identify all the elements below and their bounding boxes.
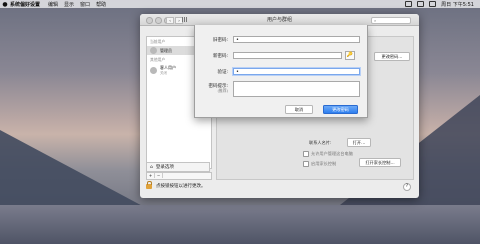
parental-controls-label: 启用家长控制 — [311, 161, 337, 166]
menu-edit[interactable]: 编辑 — [48, 1, 58, 8]
hint-recommended-label: (推荐) — [217, 88, 228, 93]
contact-card-label: 联系人名片: — [309, 140, 332, 145]
search-input[interactable]: ⌕ — [371, 16, 411, 24]
new-password-label: 新密码: — [212, 54, 228, 59]
parental-controls-checkbox[interactable] — [303, 161, 309, 167]
lock-text: 点按锁按钮以进行更改。 — [156, 183, 206, 189]
old-password-field[interactable]: • — [233, 36, 360, 43]
allow-admin-label: 允许用户管理这台电脑 — [311, 151, 353, 156]
menu-bar: ● 系统偏好设置 编辑 显示 窗口 帮助 周日 下午5:51 — [0, 0, 480, 8]
add-remove-bar: + − — [146, 172, 212, 180]
guest-avatar — [150, 67, 157, 74]
login-options-item[interactable]: ⌂ 登录选项 — [146, 162, 210, 172]
user-name: 管理员 — [160, 47, 172, 53]
status-area: 周日 下午5:51 — [405, 1, 480, 8]
add-user-button[interactable]: + — [147, 173, 155, 178]
menu-help[interactable]: 帮助 — [96, 1, 106, 8]
hint-field[interactable] — [233, 81, 360, 97]
clock[interactable]: 周日 下午5:51 — [441, 1, 474, 8]
menu-view[interactable]: 显示 — [64, 1, 74, 8]
apple-menu-icon[interactable]: ● — [0, 1, 10, 8]
lock-icon[interactable] — [146, 181, 152, 189]
open-contact-button[interactable]: 打开… — [347, 138, 371, 147]
allow-admin-row[interactable]: 允许用户管理这台电脑 — [303, 151, 353, 157]
search-icon: ⌕ — [374, 18, 377, 23]
login-options-label: 登录选项 — [155, 165, 174, 170]
change-password-button[interactable]: 更改密码… — [374, 52, 410, 61]
lock-row[interactable]: 点按锁按钮以进行更改。 — [146, 181, 206, 189]
open-parental-controls-button[interactable]: 打开家长控制… — [359, 158, 401, 167]
wallpaper-lake — [0, 205, 480, 244]
verify-label: 验证: — [217, 70, 228, 75]
menu-window[interactable]: 窗口 — [80, 1, 90, 8]
confirm-change-password-button[interactable]: 更改密码 — [323, 105, 358, 114]
cancel-button[interactable]: 取消 — [285, 105, 313, 114]
users-groups-window: ‹ › 用户与群组 ⌕ 当前用户 管理员 其他用户 客人用户 关闭 ⌂ 登录选项… — [140, 14, 419, 198]
volume-icon[interactable] — [417, 1, 425, 7]
password-assistant-key-icon[interactable]: 🔑 — [345, 51, 355, 60]
avatar — [150, 47, 157, 54]
guest-name: 客人用户 — [160, 65, 176, 70]
house-icon: ⌂ — [150, 164, 153, 170]
menu-app-name[interactable]: 系统偏好设置 — [10, 1, 40, 8]
parental-controls-row[interactable]: 启用家长控制 — [303, 161, 336, 167]
new-password-field[interactable] — [233, 52, 342, 59]
change-password-sheet: 旧密码: • 新密码: 🔑 验证: • 密码提示: (推荐) 取消 更改密码 — [194, 25, 368, 118]
help-button[interactable]: ? — [403, 183, 411, 191]
guest-status: 关闭 — [160, 71, 167, 75]
allow-admin-checkbox[interactable] — [303, 151, 309, 157]
old-password-label: 旧密码: — [212, 38, 228, 43]
wallpaper-mountain-left — [0, 130, 150, 210]
wifi-icon[interactable] — [405, 1, 413, 7]
battery-icon[interactable] — [429, 1, 437, 7]
verify-field[interactable]: • — [233, 68, 360, 75]
remove-user-button[interactable]: − — [155, 173, 163, 178]
